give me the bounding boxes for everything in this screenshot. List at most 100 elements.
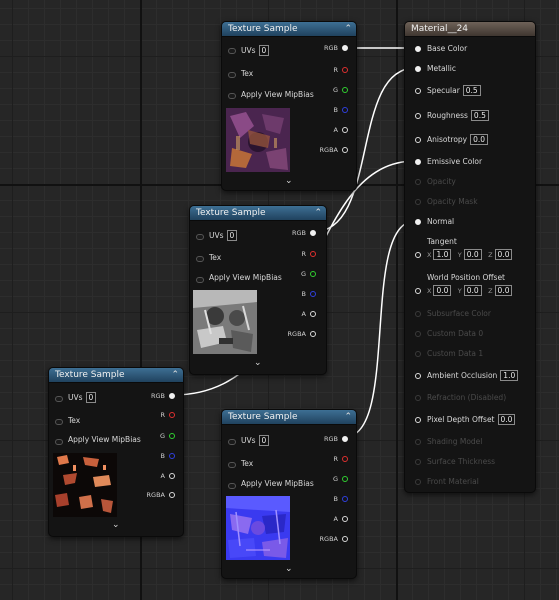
- node-header[interactable]: Material__24: [405, 22, 535, 37]
- rgba-output-pin[interactable]: [342, 536, 348, 542]
- normal-input-pin[interactable]: [415, 219, 421, 225]
- wpo-y-field[interactable]: 0.0: [463, 285, 482, 296]
- mipbias-input-pin[interactable]: [55, 439, 63, 445]
- rgb-output-pin[interactable]: [342, 436, 348, 442]
- mipbias-input-pin[interactable]: [196, 277, 204, 283]
- expand-icon[interactable]: ⌄: [254, 358, 262, 368]
- rgba-output-pin[interactable]: [342, 147, 348, 153]
- roughness-input-pin[interactable]: [415, 113, 421, 119]
- tangent-y-field[interactable]: 0.0: [463, 249, 482, 260]
- tex-input-pin[interactable]: [228, 462, 236, 468]
- node-header[interactable]: Texture Sample ⌃: [222, 22, 356, 37]
- texture-sample-node[interactable]: Texture Sample ⌃ UVs 0 Tex Apply View Mip…: [48, 367, 184, 537]
- g-output-pin[interactable]: [342, 476, 348, 482]
- g-output-pin[interactable]: [310, 271, 316, 277]
- tex-input-pin[interactable]: [228, 72, 236, 78]
- b-output-pin[interactable]: [169, 453, 175, 459]
- texture-sample-node[interactable]: Texture Sample ⌃ UVs 0 Tex Apply View Mip…: [189, 205, 327, 375]
- anisotropy-pin-row[interactable]: Anisotropy 0.0: [405, 134, 535, 146]
- specular-pin-row[interactable]: Specular 0.5: [405, 85, 535, 97]
- collapse-icon[interactable]: ⌃: [344, 22, 352, 36]
- b-output-pin[interactable]: [310, 291, 316, 297]
- g-output-pin[interactable]: [169, 433, 175, 439]
- tangent-pin-row[interactable]: X 1.0 Y 0.0 Z 0.0: [405, 249, 535, 261]
- wpo-x-field[interactable]: 0.0: [433, 285, 452, 296]
- expand-icon[interactable]: ⌄: [285, 564, 293, 574]
- expand-icon[interactable]: ⌄: [112, 520, 120, 530]
- base-color-pin-row[interactable]: Base Color: [405, 43, 535, 55]
- r-output-pin[interactable]: [342, 67, 348, 73]
- node-header[interactable]: Texture Sample ⌃: [49, 368, 183, 383]
- collapse-icon[interactable]: ⌃: [314, 206, 322, 220]
- shading-model-pin-row: Shading Model: [405, 436, 535, 448]
- uvs-input-pin[interactable]: [55, 396, 63, 402]
- a-output-pin[interactable]: [169, 473, 175, 479]
- a-output-pin[interactable]: [342, 127, 348, 133]
- rgba-output-pin[interactable]: [169, 492, 175, 498]
- uvs-value-field[interactable]: 0: [85, 392, 97, 403]
- texture-thumbnail: [193, 290, 257, 354]
- tex-label: Tex: [241, 459, 254, 468]
- anisotropy-input-pin[interactable]: [415, 137, 421, 143]
- uvs-input-pin[interactable]: [228, 439, 236, 445]
- rgb-output-pin[interactable]: [342, 45, 348, 51]
- emissive-pin-row[interactable]: Emissive Color: [405, 156, 535, 168]
- uvs-value-field[interactable]: 0: [226, 230, 238, 241]
- node-header[interactable]: Texture Sample ⌃: [222, 410, 356, 425]
- texture-sample-node[interactable]: Texture Sample ⌃ UVs 0 Tex Apply View Mip…: [221, 409, 357, 579]
- specular-input-pin[interactable]: [415, 88, 421, 94]
- pdo-value-field[interactable]: 0.0: [497, 414, 516, 425]
- a-output-pin[interactable]: [310, 311, 316, 317]
- ao-value-field[interactable]: 1.0: [500, 370, 519, 381]
- metallic-input-pin[interactable]: [415, 66, 421, 72]
- b-output-pin[interactable]: [342, 107, 348, 113]
- a-output-pin[interactable]: [342, 516, 348, 522]
- rgb-output-label: RGB: [150, 392, 165, 400]
- mipbias-input-pin[interactable]: [228, 93, 236, 99]
- anisotropy-value-field[interactable]: 0.0: [470, 134, 489, 145]
- tangent-x-field[interactable]: 1.0: [433, 249, 452, 260]
- b-output-pin[interactable]: [342, 496, 348, 502]
- roughness-pin-row[interactable]: Roughness 0.5: [405, 110, 535, 122]
- rgb-output-pin[interactable]: [169, 393, 175, 399]
- rgb-output-pin[interactable]: [310, 230, 316, 236]
- tangent-z-field[interactable]: 0.0: [494, 249, 513, 260]
- uvs-input-pin[interactable]: [196, 234, 204, 240]
- texture-thumbnail: [226, 496, 290, 560]
- emissive-input-pin[interactable]: [415, 159, 421, 165]
- subsurface-pin-row: Subsurface Color: [405, 308, 535, 320]
- mipbias-input-pin[interactable]: [228, 483, 236, 489]
- tex-input-pin[interactable]: [55, 419, 63, 425]
- specular-value-field[interactable]: 0.5: [462, 85, 481, 96]
- collapse-icon[interactable]: ⌃: [344, 410, 352, 424]
- tangent-input-pin[interactable]: [415, 252, 421, 258]
- pdo-input-pin[interactable]: [415, 417, 421, 423]
- texture-sample-node[interactable]: Texture Sample ⌃ UVs 0 Tex Apply View Mip…: [221, 21, 357, 191]
- front-material-input-pin: [415, 479, 421, 485]
- uvs-input-pin[interactable]: [228, 48, 236, 54]
- uvs-value-field[interactable]: 0: [258, 435, 270, 446]
- r-output-pin[interactable]: [310, 251, 316, 257]
- normal-pin-row[interactable]: Normal: [405, 216, 535, 228]
- grid-major-line: [396, 0, 398, 600]
- r-output-pin[interactable]: [342, 456, 348, 462]
- node-header[interactable]: Texture Sample ⌃: [190, 206, 326, 221]
- ao-input-pin[interactable]: [415, 373, 421, 379]
- expand-icon[interactable]: ⌄: [285, 176, 293, 186]
- r-output-pin[interactable]: [169, 412, 175, 418]
- material-result-node[interactable]: Material__24 Base Color Metallic Specula…: [404, 21, 536, 493]
- g-output-pin[interactable]: [342, 87, 348, 93]
- collapse-icon[interactable]: ⌃: [171, 368, 179, 382]
- wpo-z-field[interactable]: 0.0: [494, 285, 513, 296]
- base-color-input-pin[interactable]: [415, 46, 421, 52]
- tex-input-pin[interactable]: [196, 256, 204, 262]
- uvs-value-field[interactable]: 0: [258, 45, 270, 56]
- wpo-pin-row[interactable]: X 0.0 Y 0.0 Z 0.0: [405, 285, 535, 297]
- pdo-pin-row[interactable]: Pixel Depth Offset 0.0: [405, 414, 535, 426]
- anisotropy-label: Anisotropy: [427, 135, 468, 144]
- ao-pin-row[interactable]: Ambient Occlusion 1.0: [405, 370, 535, 382]
- roughness-value-field[interactable]: 0.5: [470, 110, 489, 121]
- metallic-pin-row[interactable]: Metallic: [405, 63, 535, 75]
- wpo-input-pin[interactable]: [415, 288, 421, 294]
- rgba-output-pin[interactable]: [310, 331, 316, 337]
